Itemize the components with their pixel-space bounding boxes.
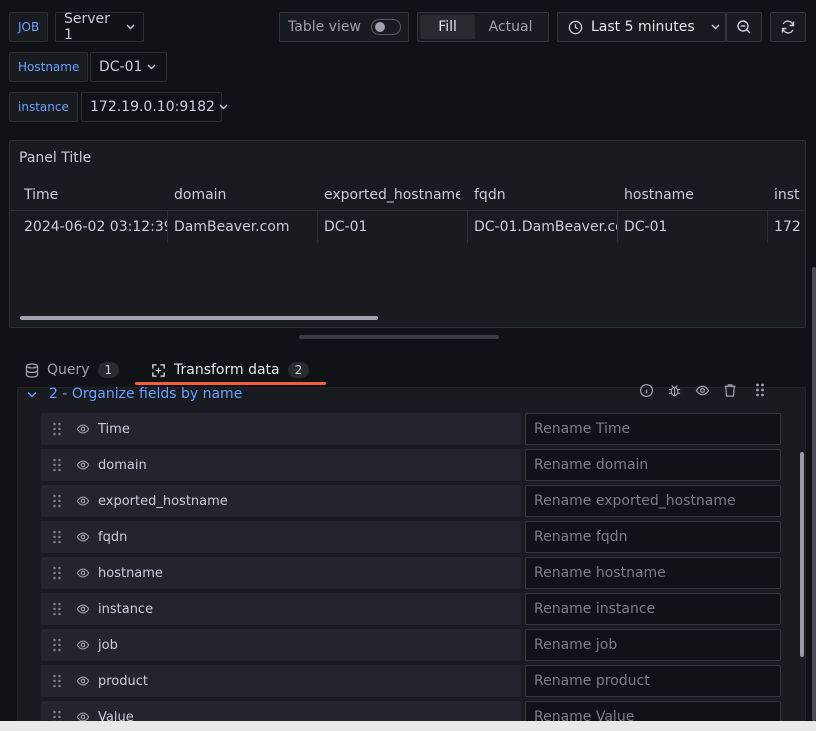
chevron-down-icon[interactable] bbox=[27, 391, 37, 398]
refresh-icon bbox=[780, 19, 796, 35]
page-scrollbar[interactable] bbox=[812, 267, 816, 721]
time-range-picker[interactable]: Last 5 minutes bbox=[557, 12, 726, 42]
rename-field-input[interactable] bbox=[525, 449, 781, 481]
tab-transform-label: Transform data bbox=[174, 362, 280, 378]
column-header[interactable]: exported_hostname bbox=[310, 179, 460, 211]
field-row[interactable]: hostname bbox=[41, 557, 521, 589]
eye-icon[interactable] bbox=[76, 674, 90, 688]
transformation-actions bbox=[639, 382, 765, 398]
field-name: exported_hostname bbox=[98, 493, 228, 509]
table-view-label: Table view bbox=[288, 19, 361, 35]
field-row[interactable]: Time bbox=[41, 413, 521, 445]
chevron-down-icon bbox=[125, 22, 135, 32]
table-cell: DC-01.DamBeaver.com bbox=[474, 219, 618, 235]
column-header[interactable]: hostname bbox=[610, 179, 760, 211]
table-view-toggle[interactable]: Table view bbox=[279, 12, 409, 42]
clock-icon bbox=[568, 20, 583, 35]
hostname-variable-label: Hostname bbox=[9, 52, 89, 82]
drag-handle-icon[interactable] bbox=[52, 530, 64, 544]
field-row[interactable]: domain bbox=[41, 449, 521, 481]
info-icon[interactable] bbox=[639, 383, 667, 398]
field-row[interactable]: fqdn bbox=[41, 521, 521, 553]
eye-icon[interactable] bbox=[76, 458, 90, 472]
eye-icon[interactable] bbox=[76, 530, 90, 544]
eye-icon[interactable] bbox=[695, 383, 723, 398]
job-variable-select[interactable]: Server 1 bbox=[55, 11, 144, 43]
transform-scrollbar[interactable] bbox=[800, 452, 804, 657]
instance-variable-label: instance bbox=[9, 92, 78, 122]
trash-icon[interactable] bbox=[723, 383, 755, 398]
column-header[interactable]: fqdn bbox=[460, 179, 610, 211]
rename-field-input[interactable] bbox=[525, 593, 781, 625]
drag-handle-icon[interactable] bbox=[52, 638, 64, 652]
field-row[interactable]: job bbox=[41, 629, 521, 661]
drag-handle-icon[interactable] bbox=[52, 422, 64, 436]
column-header[interactable]: Time bbox=[10, 179, 160, 211]
drag-handle-icon[interactable] bbox=[52, 602, 64, 616]
job-variable-value: Server 1 bbox=[64, 11, 110, 43]
tab-query-label: Query bbox=[47, 362, 90, 378]
field-row[interactable]: exported_hostname bbox=[41, 485, 521, 517]
rename-field-input[interactable] bbox=[525, 413, 781, 445]
eye-icon[interactable] bbox=[76, 494, 90, 508]
instance-variable-select[interactable]: 172.19.0.10:9182 bbox=[81, 92, 228, 122]
rename-field-input[interactable] bbox=[525, 521, 781, 553]
field-row[interactable]: product bbox=[41, 665, 521, 697]
rename-field-input[interactable] bbox=[525, 629, 781, 661]
table-cell: DC-01 bbox=[624, 219, 668, 235]
table-panel: Panel Title Time domain exported_hostnam… bbox=[9, 140, 806, 328]
tab-query-count: 1 bbox=[97, 362, 120, 378]
drag-handle-icon[interactable] bbox=[52, 566, 64, 580]
bottom-edge bbox=[0, 721, 816, 731]
zoom-out-icon bbox=[736, 19, 752, 35]
database-icon bbox=[25, 362, 39, 378]
panel-title: Panel Title bbox=[19, 150, 92, 166]
job-variable-label: JOB bbox=[9, 12, 49, 42]
rename-field-input[interactable] bbox=[525, 485, 781, 517]
field-name: product bbox=[98, 673, 149, 689]
eye-icon[interactable] bbox=[76, 422, 90, 436]
tab-transform-count: 2 bbox=[287, 362, 310, 378]
drag-handle-icon[interactable] bbox=[755, 382, 765, 398]
actual-button[interactable]: Actual bbox=[475, 15, 546, 39]
field-name: domain bbox=[98, 457, 147, 473]
drag-handle-icon[interactable] bbox=[52, 458, 64, 472]
debug-icon[interactable] bbox=[667, 383, 695, 398]
column-header[interactable]: inst bbox=[760, 179, 805, 211]
field-name: instance bbox=[98, 601, 154, 617]
drag-handle-icon[interactable] bbox=[52, 674, 64, 688]
table-cell: DamBeaver.com bbox=[174, 219, 290, 235]
hostname-variable-select[interactable]: DC-01 bbox=[90, 52, 167, 82]
field-name: Time bbox=[98, 421, 130, 437]
eye-icon[interactable] bbox=[76, 566, 90, 580]
table-cell: DC-01 bbox=[324, 219, 368, 235]
field-name: job bbox=[98, 637, 118, 653]
hostname-variable-value: DC-01 bbox=[99, 59, 143, 75]
zoom-out-button[interactable] bbox=[726, 12, 762, 42]
transform-icon bbox=[151, 363, 166, 378]
toggle-switch[interactable] bbox=[370, 19, 401, 35]
eye-icon[interactable] bbox=[76, 638, 90, 652]
field-name: fqdn bbox=[98, 529, 128, 545]
eye-icon[interactable] bbox=[76, 602, 90, 616]
rename-field-input[interactable] bbox=[525, 665, 781, 697]
chevron-down-icon bbox=[219, 102, 228, 112]
instance-variable-value: 172.19.0.10:9182 bbox=[90, 99, 215, 115]
column-header[interactable]: domain bbox=[160, 179, 310, 211]
table-cell: 172 bbox=[774, 219, 801, 235]
chevron-down-icon bbox=[146, 62, 156, 72]
fill-actual-group: Fill Actual bbox=[417, 12, 549, 42]
refresh-button[interactable] bbox=[770, 12, 806, 42]
chevron-down-icon bbox=[711, 22, 721, 32]
transformation-title: 2 - Organize fields by name bbox=[49, 386, 243, 402]
drag-handle-icon[interactable] bbox=[52, 494, 64, 508]
field-name: hostname bbox=[98, 565, 163, 581]
horizontal-scrollbar[interactable] bbox=[20, 316, 378, 320]
fill-button[interactable]: Fill bbox=[420, 15, 476, 39]
time-range-value: Last 5 minutes bbox=[591, 19, 695, 35]
table-cell: 2024-06-02 03:12:39 bbox=[24, 219, 168, 235]
panel-resize-handle[interactable] bbox=[299, 335, 499, 339]
rename-field-input[interactable] bbox=[525, 557, 781, 589]
field-row[interactable]: instance bbox=[41, 593, 521, 625]
